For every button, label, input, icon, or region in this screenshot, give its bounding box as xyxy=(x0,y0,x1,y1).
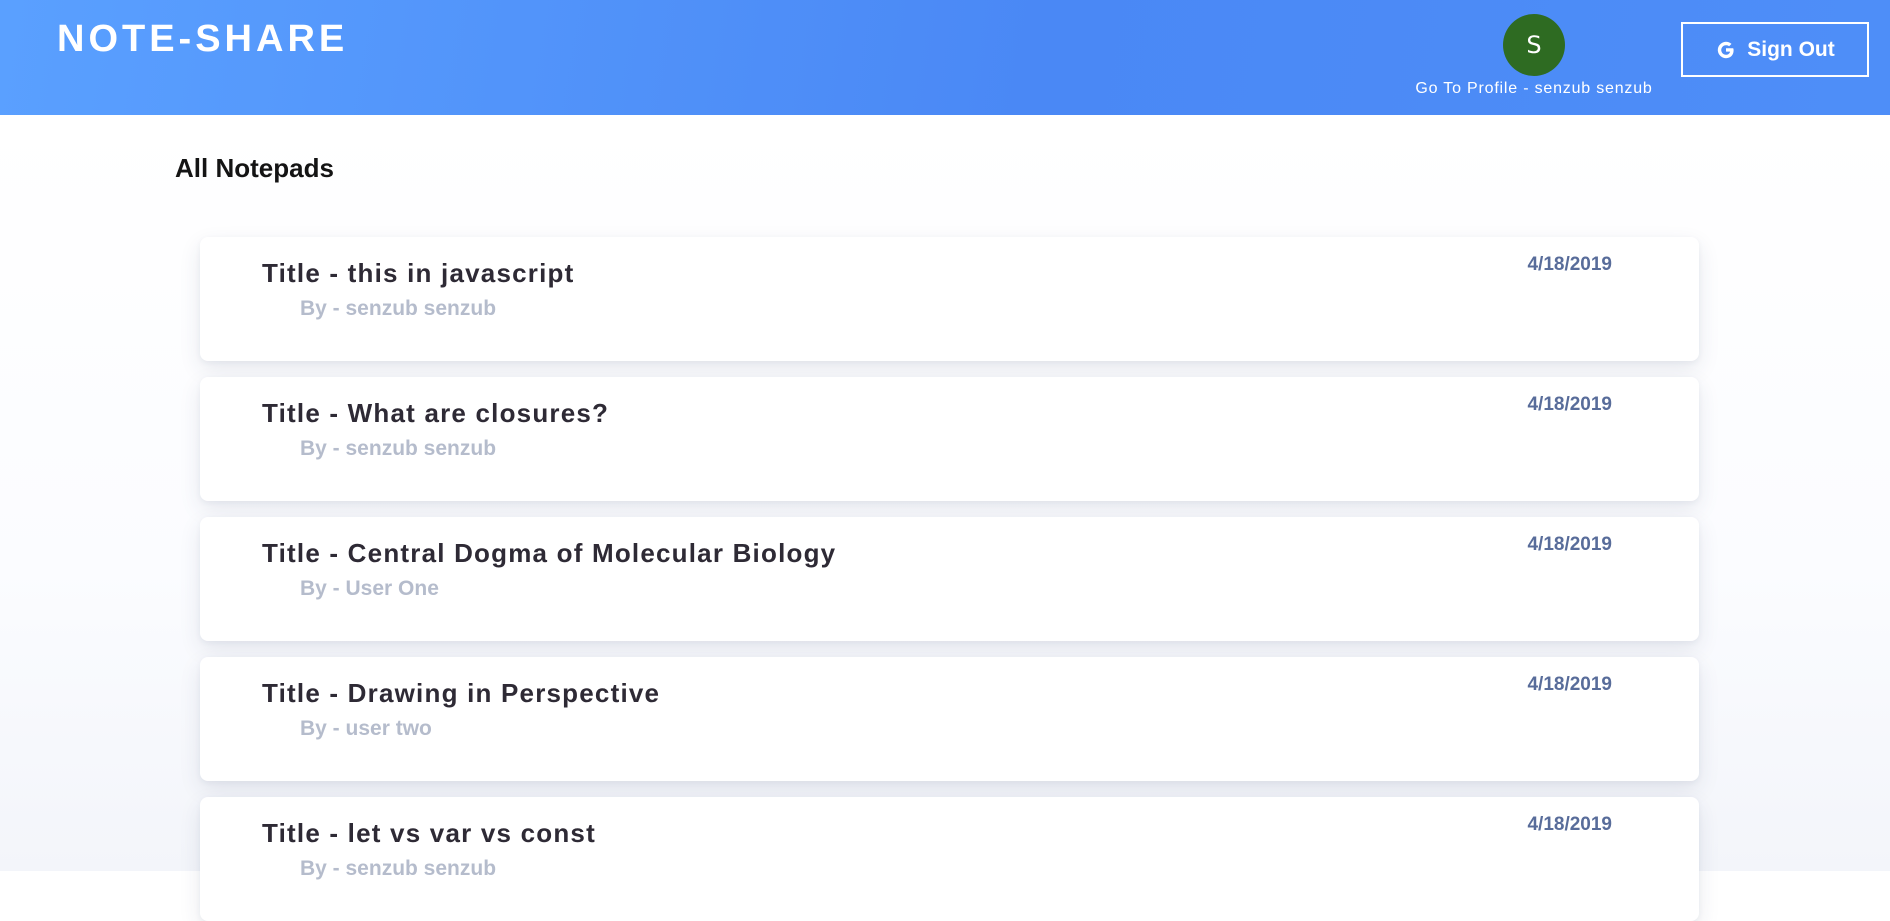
note-card[interactable]: Title - let vs var vs const By - senzub … xyxy=(200,797,1699,921)
note-date: 4/18/2019 xyxy=(1527,534,1612,555)
notepads-main: All Notepads Title - this in javascript … xyxy=(0,115,1890,921)
avatar[interactable]: S xyxy=(1503,14,1565,76)
note-title[interactable]: Title - let vs var vs const xyxy=(262,818,596,849)
brand-logo[interactable]: NOTE-SHARE xyxy=(57,18,348,61)
note-author: By - senzub senzub xyxy=(300,297,497,320)
note-author: By - user two xyxy=(300,717,432,740)
note-date: 4/18/2019 xyxy=(1527,394,1612,415)
note-author: By - senzub senzub xyxy=(300,857,497,880)
note-title[interactable]: Title - Central Dogma of Molecular Biolo… xyxy=(262,538,836,569)
sign-out-label: Sign Out xyxy=(1747,37,1835,61)
note-card[interactable]: Title - Central Dogma of Molecular Biolo… xyxy=(200,517,1699,641)
google-g-icon xyxy=(1715,39,1737,61)
note-date: 4/18/2019 xyxy=(1527,254,1612,275)
note-title[interactable]: Title - this in javascript xyxy=(262,258,574,289)
profile-link-label[interactable]: Go To Profile - senzub senzub xyxy=(1400,80,1668,98)
note-author: By - senzub senzub xyxy=(300,437,497,460)
note-card[interactable]: Title - What are closures? By - senzub s… xyxy=(200,377,1699,501)
profile-link[interactable]: S Go To Profile - senzub senzub xyxy=(1400,14,1668,104)
note-title[interactable]: Title - What are closures? xyxy=(262,398,609,429)
note-date: 4/18/2019 xyxy=(1527,674,1612,695)
note-card[interactable]: Title - Drawing in Perspective By - user… xyxy=(200,657,1699,781)
note-author: By - User One xyxy=(300,577,439,600)
sign-out-button[interactable]: Sign Out xyxy=(1681,22,1869,77)
note-card[interactable]: Title - this in javascript By - senzub s… xyxy=(200,237,1699,361)
note-title[interactable]: Title - Drawing in Perspective xyxy=(262,678,660,709)
note-date: 4/18/2019 xyxy=(1527,814,1612,835)
page-title: All Notepads xyxy=(175,153,334,183)
top-header: NOTE-SHARE S Go To Profile - senzub senz… xyxy=(0,0,1890,115)
